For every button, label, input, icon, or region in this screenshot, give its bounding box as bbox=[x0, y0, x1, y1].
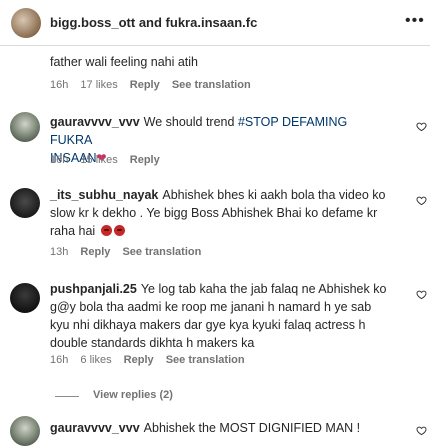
reply-button[interactable]: Reply bbox=[80, 246, 110, 258]
like-heart-icon[interactable] bbox=[416, 121, 427, 132]
avatar[interactable] bbox=[10, 416, 40, 446]
comment-likes[interactable]: 17 likes bbox=[80, 79, 117, 91]
header-avatar[interactable] bbox=[11, 8, 41, 38]
angry-face-emoji-icon bbox=[100, 225, 112, 236]
comment-body: Abhishek the MOST DIGNIFIED MAN ! bbox=[143, 421, 361, 435]
reply-button[interactable]: Reply bbox=[130, 154, 160, 166]
header-usernames[interactable]: bigg.boss_ott and fukra.insaan.fc bbox=[50, 15, 257, 30]
comment-time: 16h bbox=[50, 354, 69, 366]
comment-meta: 16h 17 likes Reply See translation bbox=[50, 79, 260, 91]
comment-text: _its_subhu_nayak Abhishek bhes ki aakh bo… bbox=[50, 186, 390, 240]
comment-text: pushpanjali.25 Ye log tab kaha the jab fa… bbox=[50, 280, 390, 352]
comment-meta: 16h 15 likes Reply bbox=[50, 154, 169, 166]
avatar[interactable] bbox=[10, 112, 40, 142]
comment-username[interactable]: gauravvvv_vvv bbox=[50, 115, 140, 129]
comment-username[interactable]: gauravvvv_vvv bbox=[50, 421, 140, 435]
see-translation-button[interactable]: See translation bbox=[172, 79, 251, 91]
comment-body: We should trend bbox=[143, 115, 238, 129]
comment-time: 16h bbox=[50, 154, 69, 166]
avatar[interactable] bbox=[10, 188, 40, 218]
more-horizontal-icon[interactable]: ••• bbox=[405, 12, 425, 30]
reply-button[interactable]: Reply bbox=[124, 354, 154, 366]
avatar[interactable] bbox=[10, 283, 40, 313]
like-heart-icon[interactable] bbox=[416, 425, 427, 436]
post-header: bigg.boss_ott and fukra.insaan.fc ••• bbox=[0, 0, 430, 46]
see-translation-button[interactable]: See translation bbox=[166, 354, 245, 366]
comment-meta: 16h 6 likes Reply See translation bbox=[50, 354, 254, 366]
comment-username[interactable]: pushpanjali.25 bbox=[50, 282, 137, 296]
comment-likes[interactable]: 6 likes bbox=[80, 354, 111, 366]
comment-username[interactable]: _its_subhu_nayak bbox=[50, 188, 158, 202]
like-heart-icon[interactable] bbox=[416, 195, 427, 206]
view-replies-line bbox=[55, 396, 79, 397]
comment-time: 16h bbox=[50, 79, 69, 91]
comment-text: father wali feeling nahi atih bbox=[50, 53, 390, 71]
like-heart-icon[interactable] bbox=[416, 289, 427, 300]
comment-time: 13h bbox=[50, 246, 69, 258]
comment-body: father wali feeling nahi atih bbox=[50, 55, 199, 69]
comment-text: gauravvvv_vvv Abhishek the MOST DIGNIFIED… bbox=[50, 419, 390, 437]
view-replies-button[interactable]: View replies (2) bbox=[93, 389, 173, 401]
see-translation-button[interactable]: See translation bbox=[122, 246, 201, 258]
comment-meta: 13h Reply See translation bbox=[50, 246, 210, 258]
comment-likes[interactable]: 15 likes bbox=[80, 154, 117, 166]
reply-button[interactable]: Reply bbox=[130, 79, 160, 91]
angry-face-emoji-icon bbox=[113, 225, 125, 236]
